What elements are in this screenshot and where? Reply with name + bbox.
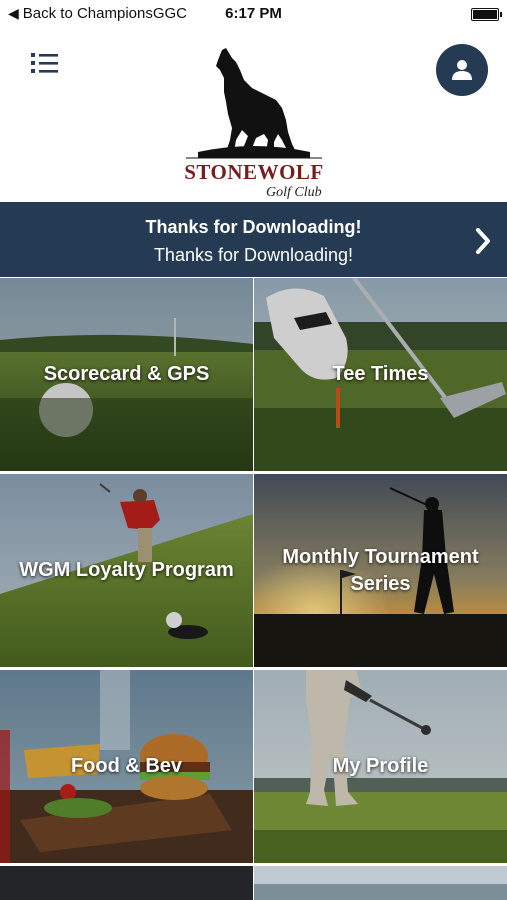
- user-icon: [452, 60, 472, 80]
- banner-subtitle: Thanks for Downloading!: [153, 245, 354, 265]
- menu-button[interactable]: [30, 50, 60, 76]
- tile-label: Monthly Tournament Series: [282, 545, 479, 595]
- tile-partial-right[interactable]: [254, 866, 507, 900]
- announcement-banner[interactable]: Thanks for Downloading! Thanks for Downl…: [0, 202, 507, 277]
- logo-wordmark: STONEWOLF: [184, 160, 324, 184]
- tile-tee-times[interactable]: Tee Times: [254, 278, 507, 471]
- tile-image-partial: [254, 866, 507, 900]
- tile-food-bev[interactable]: Food & Bev: [0, 670, 253, 863]
- tile-label: WGM Loyalty Program: [19, 559, 234, 581]
- stonewolf-logo: STONEWOLF Golf Club: [178, 48, 330, 200]
- tile-label: Scorecard & GPS: [43, 363, 210, 385]
- tile-image-partial: [0, 866, 253, 900]
- tile-partial-left[interactable]: [0, 866, 253, 900]
- tile-label: Food & Bev: [70, 755, 183, 777]
- logo-subtitle: Golf Club: [266, 185, 322, 200]
- tile-wgm-loyalty-program[interactable]: WGM Loyalty Program: [0, 474, 253, 667]
- feature-grid: Scorecard & GPS Tee Times WGM Loyalty Pr…: [0, 277, 507, 900]
- wolf-logo-icon: [186, 48, 322, 159]
- tile-scorecard-gps[interactable]: Scorecard & GPS: [0, 278, 253, 471]
- battery-icon: [471, 8, 502, 21]
- status-bar: ◀ Back to ChampionsGGC 6:17 PM: [0, 0, 507, 28]
- tile-my-profile[interactable]: My Profile: [254, 670, 507, 863]
- app-header: STONEWOLF Golf Club: [0, 28, 507, 202]
- status-time: 6:17 PM: [225, 5, 282, 22]
- tile-label: My Profile: [332, 755, 429, 777]
- banner-title: Thanks for Downloading!: [145, 217, 362, 237]
- tile-label: Tee Times: [332, 363, 429, 385]
- menu-list-icon: [31, 53, 58, 73]
- tile-monthly-tournament-series[interactable]: Monthly Tournament Series: [254, 474, 507, 667]
- chevron-right-icon: [476, 228, 490, 254]
- profile-button[interactable]: [436, 44, 488, 96]
